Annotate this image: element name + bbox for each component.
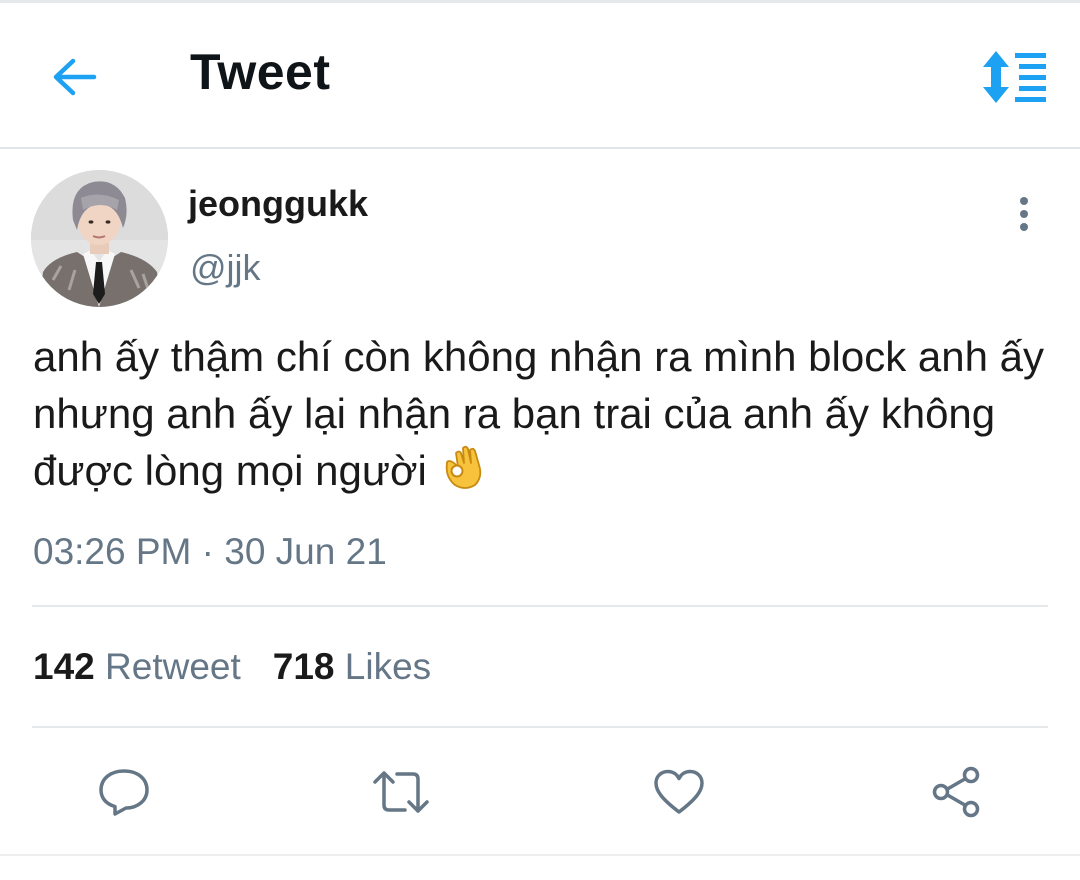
tweet-body: anh ấy thậm chí còn không nhận ra mình b… — [33, 328, 1053, 505]
retweet-icon — [373, 771, 429, 813]
retweets-stat[interactable]: 142 Retweet — [33, 646, 241, 688]
avatar[interactable] — [31, 170, 168, 307]
reply-icon — [99, 769, 149, 816]
profile-photo — [31, 170, 168, 307]
more-vertical-icon — [1020, 197, 1028, 231]
divider — [32, 605, 1048, 607]
author-display-name[interactable]: jeonggukk — [188, 183, 368, 225]
tweet-text: anh ấy thậm chí còn không nhận ra mình b… — [33, 333, 1044, 494]
sort-button[interactable] — [980, 49, 1050, 105]
divider — [32, 726, 1048, 728]
share-button[interactable] — [927, 762, 987, 822]
author-handle[interactable]: @jjk — [190, 247, 261, 289]
like-icon — [654, 769, 704, 814]
more-options-button[interactable] — [1004, 192, 1044, 236]
sort-list-icon — [983, 51, 1046, 103]
retweets-label: Retweet — [105, 646, 241, 687]
likes-label: Likes — [344, 646, 432, 687]
retweets-count: 142 — [33, 646, 95, 687]
ok-hand-emoji — [441, 443, 483, 505]
likes-stat[interactable]: 718 Likes — [273, 646, 431, 688]
divider — [0, 854, 1080, 856]
back-button[interactable] — [46, 49, 102, 105]
like-button[interactable] — [649, 762, 709, 822]
page-title: Tweet — [190, 44, 331, 100]
reply-button[interactable] — [94, 762, 154, 822]
app-header: Tweet — [0, 3, 1080, 149]
tweet-detail-screen: Tweet jeonggukk @jjk anh ấy thậm chí còn… — [0, 0, 1080, 880]
retweet-button[interactable] — [371, 762, 431, 822]
arrow-left-icon — [53, 58, 97, 96]
tweet-timestamp: 03:26 PM · 30 Jun 21 — [33, 531, 387, 572]
likes-count: 718 — [272, 646, 335, 687]
engagement-stats: 142 Retweet 718 Likes — [33, 646, 431, 688]
share-icon — [932, 766, 980, 818]
